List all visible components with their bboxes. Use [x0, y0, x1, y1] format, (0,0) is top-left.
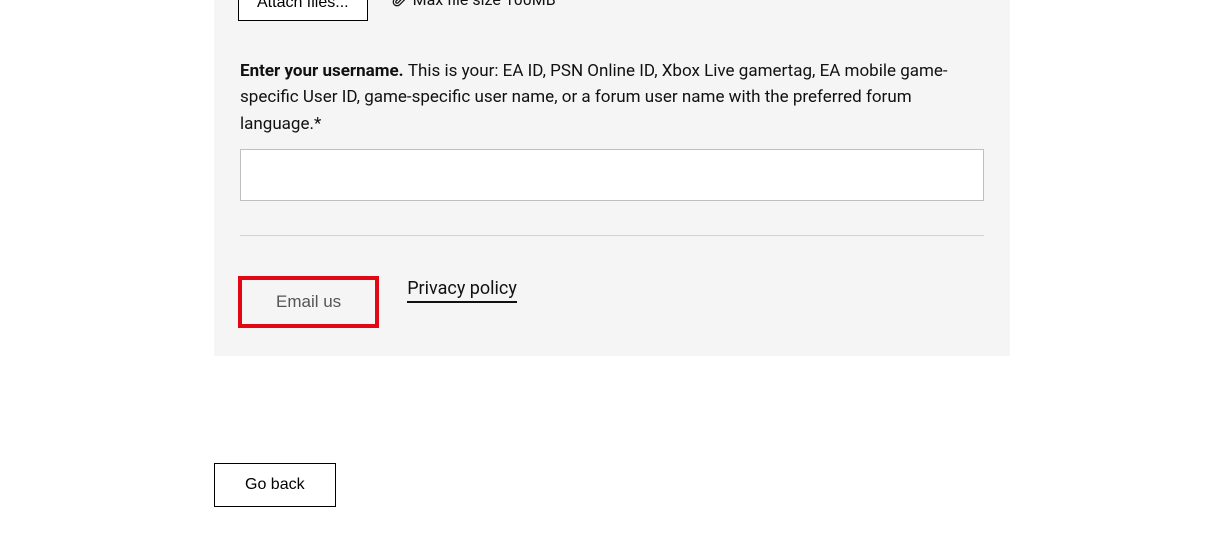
attach-row: Attach files... Max file size 100MB: [238, 0, 1010, 24]
form-panel: Attach files... Max file size 100MB Ente…: [214, 0, 1010, 356]
paperclip-icon: [392, 0, 407, 7]
attach-files-button[interactable]: Attach files...: [238, 0, 368, 21]
username-label: Enter your username. This is your: EA ID…: [240, 58, 984, 137]
go-back-button[interactable]: Go back: [214, 463, 336, 507]
privacy-policy-link[interactable]: Privacy policy: [407, 278, 517, 303]
username-input[interactable]: [240, 149, 984, 201]
email-us-button[interactable]: Email us: [238, 276, 379, 328]
max-file-size-label: Max file size 100MB: [413, 0, 556, 9]
max-file-size-text: Max file size 100MB: [392, 0, 556, 9]
action-row: Email us Privacy policy: [238, 276, 1010, 328]
username-section: Enter your username. This is your: EA ID…: [240, 58, 984, 201]
divider: [240, 235, 984, 236]
username-label-bold: Enter your username.: [240, 61, 408, 81]
